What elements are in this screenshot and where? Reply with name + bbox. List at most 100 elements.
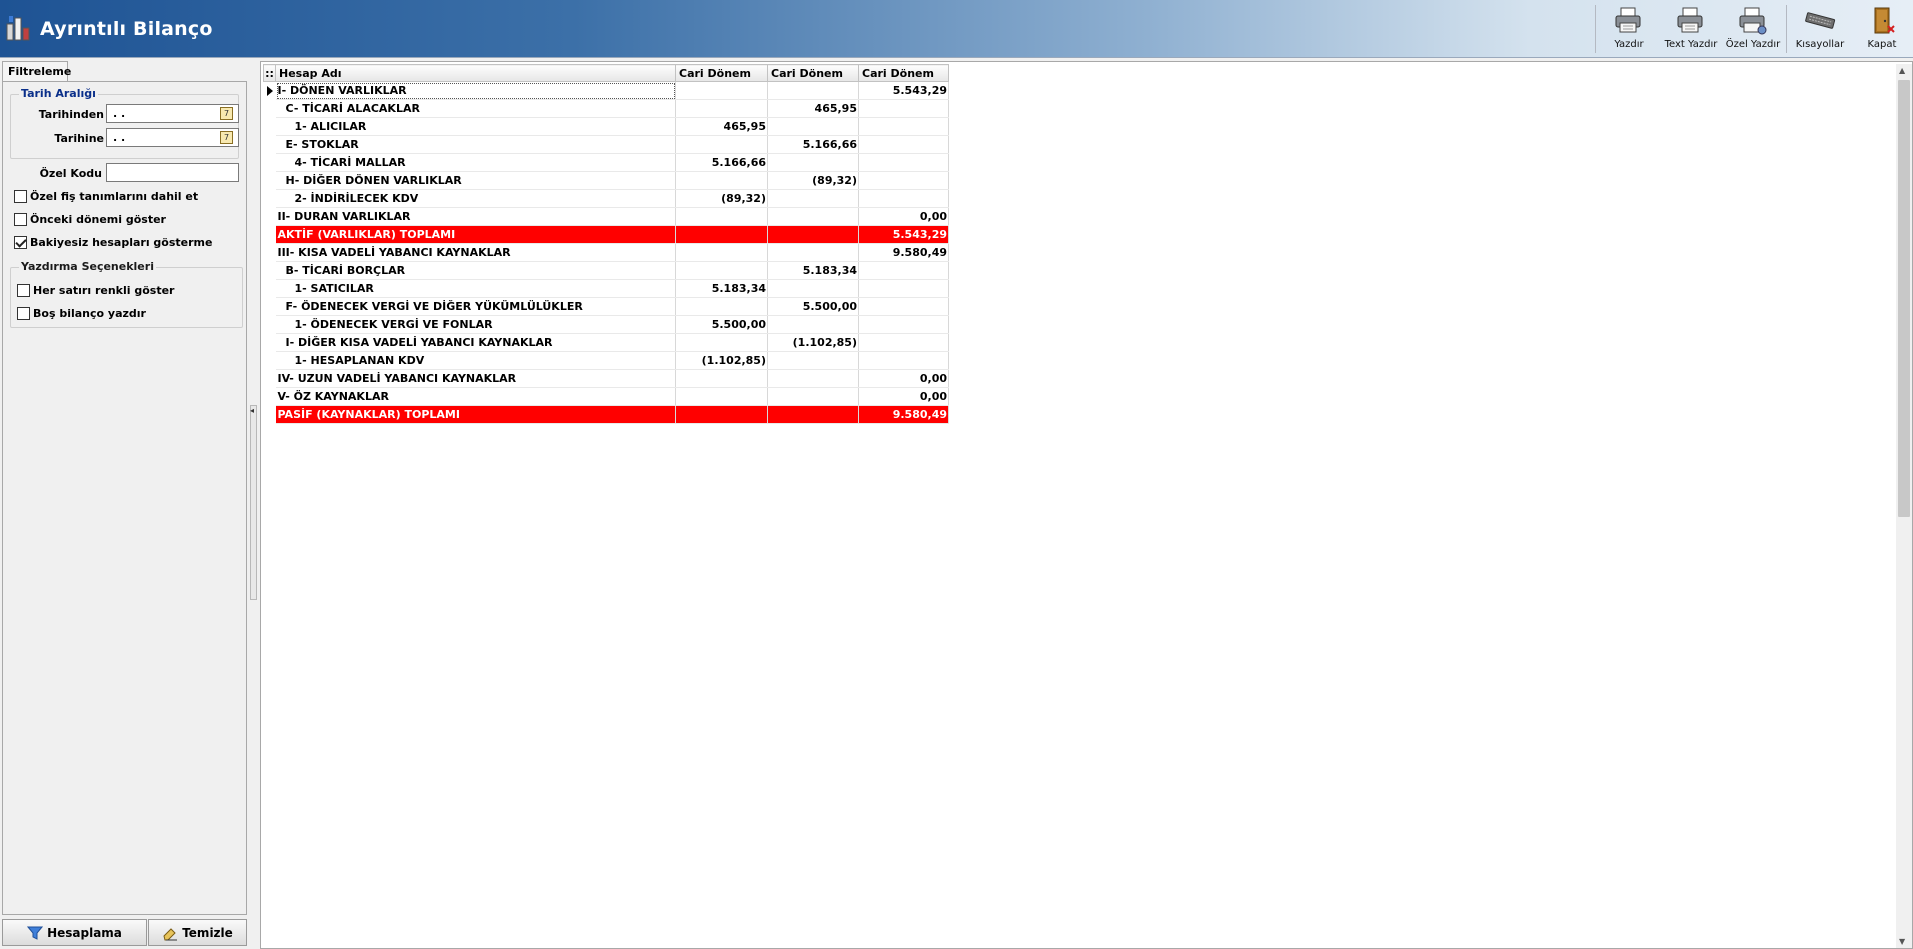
table-row[interactable]: I- DİĞER KISA VADELİ YABANCI KAYNAKLAR (1… bbox=[264, 333, 949, 352]
row-indicator[interactable] bbox=[264, 226, 276, 244]
cell-current-period-value[interactable] bbox=[767, 315, 859, 334]
row-indicator[interactable] bbox=[264, 280, 276, 298]
checkbox-box[interactable] bbox=[14, 236, 27, 249]
table-row[interactable]: V- ÖZ KAYNAKLAR 0,00 bbox=[264, 387, 949, 406]
cell-current-period-value[interactable] bbox=[767, 279, 859, 298]
print-button[interactable]: Yazdır bbox=[1598, 3, 1660, 55]
cell-account-name[interactable]: B- TİCARİ BORÇLAR bbox=[275, 261, 676, 280]
row-indicator[interactable] bbox=[264, 316, 276, 334]
table-row[interactable]: 1- HESAPLANAN KDV (1.102,85) bbox=[264, 351, 949, 370]
checkbox-box[interactable] bbox=[14, 190, 27, 203]
cell-account-name[interactable]: H- DİĞER DÖNEN VARLIKLAR bbox=[275, 171, 676, 190]
cell-current-period-value[interactable]: 9.580,49 bbox=[858, 405, 949, 424]
cell-current-period-value[interactable]: 5.183,34 bbox=[675, 279, 768, 298]
cell-account-name[interactable]: C- TİCARİ ALACAKLAR bbox=[275, 99, 676, 118]
row-indicator[interactable] bbox=[264, 208, 276, 226]
row-indicator[interactable] bbox=[264, 370, 276, 388]
cell-current-period-value[interactable]: 5.500,00 bbox=[675, 315, 768, 334]
row-indicator[interactable] bbox=[264, 388, 276, 406]
panel-splitter-handle[interactable] bbox=[250, 405, 257, 600]
table-row[interactable]: H- DİĞER DÖNEN VARLIKLAR (89,32) bbox=[264, 171, 949, 190]
cell-account-name[interactable]: 1- ALICILAR bbox=[275, 117, 676, 136]
cell-current-period-value[interactable] bbox=[675, 297, 768, 316]
calendar-icon[interactable]: 7 bbox=[220, 107, 233, 120]
row-indicator[interactable] bbox=[264, 190, 276, 208]
calculate-button[interactable]: Hesaplama bbox=[2, 919, 147, 946]
cell-current-period-value[interactable] bbox=[767, 207, 859, 226]
cell-current-period-value[interactable]: 0,00 bbox=[858, 369, 949, 388]
cell-current-period-value[interactable] bbox=[675, 171, 768, 190]
cell-current-period-value[interactable] bbox=[767, 369, 859, 388]
cell-current-period-value[interactable] bbox=[858, 153, 949, 172]
cell-current-period-value[interactable]: 5.183,34 bbox=[767, 261, 859, 280]
table-row-total[interactable]: PASİF (KAYNAKLAR) TOPLAMI 9.580,49 bbox=[264, 405, 949, 424]
cell-current-period-value[interactable] bbox=[675, 261, 768, 280]
scrollbar-thumb[interactable] bbox=[1898, 80, 1910, 517]
cell-current-period-value[interactable] bbox=[858, 333, 949, 352]
cell-account-name[interactable]: III- KISA VADELİ YABANCI KAYNAKLAR bbox=[275, 243, 676, 262]
cell-account-name[interactable]: E- STOKLAR bbox=[275, 135, 676, 154]
row-indicator[interactable] bbox=[264, 334, 276, 352]
print-empty-balance-checkbox[interactable]: Boş bilanço yazdır bbox=[17, 307, 146, 320]
cell-current-period-value[interactable] bbox=[858, 135, 949, 154]
cell-account-name[interactable]: 4- TİCARİ MALLAR bbox=[275, 153, 676, 172]
checkbox-box[interactable] bbox=[17, 284, 30, 297]
column-header-current-period[interactable]: Cari Dönem bbox=[858, 64, 949, 82]
cell-current-period-value[interactable]: 465,95 bbox=[767, 99, 859, 118]
cell-account-name[interactable]: I- DÖNEN VARLIKLAR bbox=[275, 81, 676, 100]
hide-zero-balance-checkbox[interactable]: Bakiyesiz hesapları gösterme bbox=[14, 236, 212, 249]
vertical-scrollbar[interactable]: ▲ ▼ bbox=[1896, 64, 1912, 948]
cell-account-name[interactable]: 1- ÖDENECEK VERGİ VE FONLAR bbox=[275, 315, 676, 334]
custom-print-button[interactable]: Özel Yazdır bbox=[1722, 3, 1784, 55]
cell-current-period-value[interactable] bbox=[858, 99, 949, 118]
row-indicator[interactable] bbox=[264, 352, 276, 370]
include-special-vouchers-checkbox[interactable]: Özel fiş tanımlarını dahil et bbox=[14, 190, 198, 203]
cell-current-period-value[interactable] bbox=[767, 189, 859, 208]
table-row[interactable]: 1- ÖDENECEK VERGİ VE FONLAR 5.500,00 bbox=[264, 315, 949, 334]
cell-account-name[interactable]: II- DURAN VARLIKLAR bbox=[275, 207, 676, 226]
cell-current-period-value[interactable]: (89,32) bbox=[767, 171, 859, 190]
cell-account-name[interactable]: I- DİĞER KISA VADELİ YABANCI KAYNAKLAR bbox=[275, 333, 676, 352]
cell-current-period-value[interactable]: 5.166,66 bbox=[767, 135, 859, 154]
cell-current-period-value[interactable]: 0,00 bbox=[858, 207, 949, 226]
cell-account-name[interactable]: F- ÖDENECEK VERGİ VE DİĞER YÜKÜMLÜLÜKLER bbox=[275, 297, 676, 316]
table-row[interactable]: B- TİCARİ BORÇLAR 5.183,34 bbox=[264, 261, 949, 280]
cell-current-period-value[interactable] bbox=[858, 297, 949, 316]
cell-current-period-value[interactable] bbox=[675, 333, 768, 352]
cell-current-period-value[interactable]: 5.543,29 bbox=[858, 225, 949, 244]
cell-account-name[interactable]: 1- SATICILAR bbox=[275, 279, 676, 298]
cell-account-name[interactable]: 2- İNDİRİLECEK KDV bbox=[275, 189, 676, 208]
cell-current-period-value[interactable]: (89,32) bbox=[675, 189, 768, 208]
cell-current-period-value[interactable] bbox=[858, 117, 949, 136]
table-row[interactable]: I- DÖNEN VARLIKLAR 5.543,29 bbox=[264, 81, 949, 100]
cell-current-period-value[interactable] bbox=[767, 225, 859, 244]
cell-current-period-value[interactable]: 0,00 bbox=[858, 387, 949, 406]
table-row[interactable]: C- TİCARİ ALACAKLAR 465,95 bbox=[264, 99, 949, 118]
cell-current-period-value[interactable] bbox=[675, 207, 768, 226]
clear-button[interactable]: Temizle bbox=[148, 919, 247, 946]
row-indicator[interactable] bbox=[264, 82, 276, 100]
cell-current-period-value[interactable] bbox=[675, 225, 768, 244]
calendar-icon[interactable]: 7 bbox=[220, 131, 233, 144]
row-indicator[interactable] bbox=[264, 262, 276, 280]
row-indicator[interactable] bbox=[264, 244, 276, 262]
cell-current-period-value[interactable] bbox=[767, 243, 859, 262]
table-row[interactable]: 1- ALICILAR 465,95 bbox=[264, 117, 949, 136]
table-row[interactable]: II- DURAN VARLIKLAR 0,00 bbox=[264, 207, 949, 226]
cell-current-period-value[interactable]: (1.102,85) bbox=[675, 351, 768, 370]
table-row[interactable]: 1- SATICILAR 5.183,34 bbox=[264, 279, 949, 298]
cell-current-period-value[interactable]: 5.500,00 bbox=[767, 297, 859, 316]
table-row[interactable]: IV- UZUN VADELİ YABANCI KAYNAKLAR 0,00 bbox=[264, 369, 949, 388]
cell-current-period-value[interactable] bbox=[767, 387, 859, 406]
cell-current-period-value[interactable] bbox=[858, 351, 949, 370]
cell-current-period-value[interactable] bbox=[858, 279, 949, 298]
row-indicator[interactable] bbox=[264, 172, 276, 190]
checkbox-box[interactable] bbox=[14, 213, 27, 226]
column-header-current-period[interactable]: Cari Dönem bbox=[767, 64, 859, 82]
cell-current-period-value[interactable]: 5.166,66 bbox=[675, 153, 768, 172]
row-indicator-header[interactable]: :: bbox=[263, 64, 276, 82]
row-indicator[interactable] bbox=[264, 406, 276, 424]
text-print-button[interactable]: Text Yazdır bbox=[1660, 3, 1722, 55]
scroll-down-arrow-icon[interactable]: ▼ bbox=[1899, 937, 1905, 946]
cell-current-period-value[interactable] bbox=[675, 405, 768, 424]
